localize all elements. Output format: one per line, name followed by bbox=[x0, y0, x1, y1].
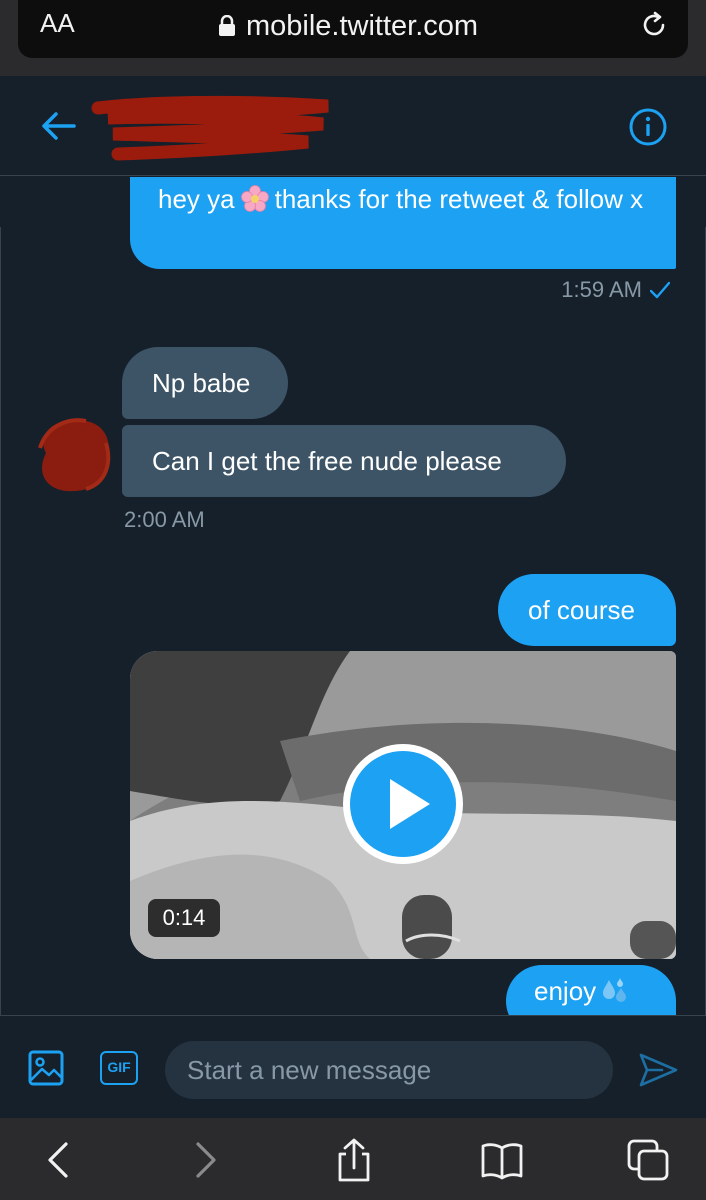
gif-label: GIF bbox=[107, 1059, 131, 1075]
message-bubble-outgoing[interactable]: hey ya thanks for the retweet & follow x bbox=[130, 177, 676, 269]
reload-icon[interactable] bbox=[638, 9, 670, 41]
message-input[interactable] bbox=[165, 1041, 613, 1099]
image-icon[interactable] bbox=[28, 1050, 64, 1086]
message-text: of course bbox=[528, 595, 635, 625]
browser-top-bar: AA mobile.twitter.com bbox=[0, 0, 706, 76]
tabs-icon[interactable] bbox=[626, 1138, 670, 1182]
message-text: thanks for the retweet & follow x bbox=[274, 184, 644, 214]
conversation-area[interactable]: hey ya thanks for the retweet & follow x… bbox=[0, 177, 706, 1015]
back-arrow-icon[interactable] bbox=[38, 108, 78, 144]
message-bubble-incoming[interactable]: Can I get the free nude please bbox=[122, 425, 566, 497]
video-attachment[interactable]: 0:14 bbox=[130, 651, 676, 959]
message-timestamp: 1:59 AM bbox=[561, 277, 670, 303]
send-icon[interactable] bbox=[638, 1052, 678, 1088]
message-bubble-incoming[interactable]: Np babe bbox=[122, 347, 288, 419]
bookmarks-icon[interactable] bbox=[480, 1138, 524, 1182]
divider bbox=[0, 227, 1, 1015]
timestamp-text: 1:59 AM bbox=[561, 277, 642, 302]
message-bubble-outgoing[interactable]: enjoy bbox=[506, 965, 676, 1015]
share-icon[interactable] bbox=[332, 1138, 376, 1182]
back-icon[interactable] bbox=[38, 1138, 82, 1182]
text-size-label: AA bbox=[40, 8, 75, 38]
url-text: mobile.twitter.com bbox=[246, 9, 479, 42]
message-timestamp: 2:00 AM bbox=[124, 507, 205, 532]
gif-button[interactable]: GIF bbox=[100, 1051, 138, 1085]
message-text: Can I get the free nude please bbox=[152, 446, 502, 476]
info-icon[interactable] bbox=[628, 107, 668, 147]
message-text: hey ya bbox=[158, 184, 235, 214]
message-bubble-outgoing[interactable]: of course bbox=[498, 574, 676, 646]
message-text: Np babe bbox=[152, 368, 251, 398]
sweat-droplets-emoji-icon bbox=[603, 978, 627, 1002]
text-size-button[interactable]: AA bbox=[40, 8, 75, 39]
play-icon[interactable] bbox=[340, 741, 466, 867]
redacted-recipient-name bbox=[91, 95, 329, 161]
video-duration-badge: 0:14 bbox=[148, 899, 220, 937]
checkmark-icon bbox=[650, 281, 670, 299]
message-text: enjoy bbox=[534, 976, 597, 1006]
cherry-blossom-emoji-icon bbox=[240, 185, 269, 212]
message-composer: GIF bbox=[0, 1015, 706, 1118]
dm-header bbox=[0, 76, 706, 176]
browser-bottom-toolbar bbox=[0, 1118, 706, 1200]
avatar[interactable] bbox=[26, 413, 116, 495]
forward-icon[interactable] bbox=[182, 1138, 226, 1182]
url-display[interactable]: mobile.twitter.com bbox=[218, 6, 478, 46]
lock-icon bbox=[219, 15, 235, 36]
address-bar[interactable]: AA mobile.twitter.com bbox=[18, 0, 688, 58]
